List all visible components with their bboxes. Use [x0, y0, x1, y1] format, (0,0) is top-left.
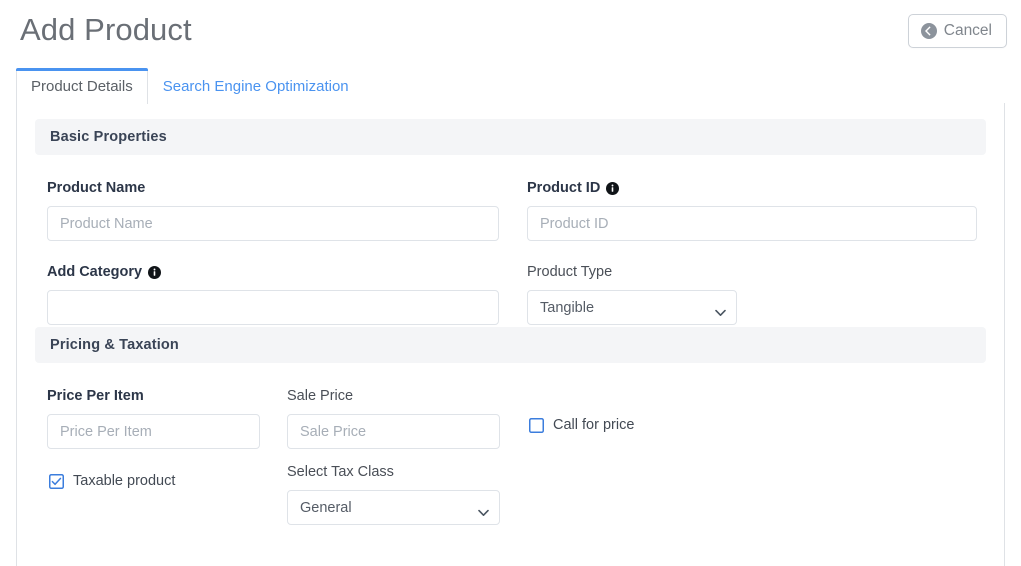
tab-product-details-label: Product Details — [31, 77, 133, 95]
field-sale-price: Sale Price — [287, 387, 500, 449]
product-id-label: Product ID — [527, 179, 977, 197]
select-tax-class-select[interactable]: General — [287, 490, 500, 525]
info-icon[interactable] — [606, 181, 620, 195]
field-price-per-item: Price Per Item — [47, 387, 260, 449]
back-arrow-circle-icon — [920, 23, 937, 39]
section-title-basic-properties: Basic Properties — [50, 129, 167, 145]
cancel-button[interactable]: Cancel — [907, 14, 1007, 48]
page-header: Add Product Cancel — [0, 0, 1021, 66]
product-type-label: Product Type — [527, 264, 613, 280]
product-id-input[interactable] — [527, 206, 977, 241]
section-title-pricing-taxation: Pricing & Taxation — [50, 337, 179, 353]
page-title: Add Product — [20, 12, 192, 47]
tab-search-engine-optimization-label: Search Engine Optimization — [162, 78, 349, 95]
add-category-input[interactable] — [47, 290, 499, 325]
taxable-product-checkbox[interactable] — [49, 473, 64, 489]
section-header-pricing-taxation: Pricing & Taxation — [35, 327, 986, 363]
field-product-id: Product ID — [527, 179, 977, 241]
call-for-price-checkbox-row[interactable]: Call for price — [529, 417, 634, 433]
section-header-basic-properties: Basic Properties — [35, 119, 986, 155]
cancel-button-label: Cancel — [943, 22, 992, 40]
tab-search-engine-optimization[interactable]: Search Engine Optimization — [148, 68, 364, 104]
tab-bar: Product Details Search Engine Optimizati… — [15, 68, 1005, 104]
taxable-product-checkbox-row[interactable]: Taxable product — [49, 473, 175, 489]
price-per-item-label: Price Per Item — [47, 388, 144, 404]
call-for-price-label: Call for price — [553, 417, 635, 433]
call-for-price-checkbox[interactable] — [529, 417, 544, 433]
price-per-item-input[interactable] — [47, 414, 260, 449]
select-tax-class-label: Select Tax Class — [287, 464, 394, 480]
sale-price-input[interactable] — [287, 414, 500, 449]
field-add-category: Add Category — [47, 263, 499, 325]
basic-properties-fields: Product Name Product ID — [17, 155, 1004, 325]
tab-product-details[interactable]: Product Details — [15, 68, 148, 104]
product-name-label: Product Name — [47, 180, 146, 196]
field-product-name: Product Name — [47, 179, 499, 241]
product-type-select[interactable]: Tangible — [527, 290, 737, 325]
product-details-card: Basic Properties Product Name Product ID — [16, 103, 1005, 566]
pricing-taxation-fields: Price Per Item Sale Price Call for price — [17, 363, 1004, 563]
add-category-label: Add Category — [47, 263, 499, 281]
info-icon[interactable] — [148, 265, 162, 279]
sale-price-label: Sale Price — [287, 388, 354, 404]
taxable-product-label: Taxable product — [73, 473, 176, 489]
product-name-input[interactable] — [47, 206, 499, 241]
field-product-type: Product Type Tangible — [527, 263, 737, 325]
field-select-tax-class: Select Tax Class General — [287, 463, 500, 525]
add-product-page: Add Product Cancel Product Details Searc… — [0, 0, 1021, 566]
